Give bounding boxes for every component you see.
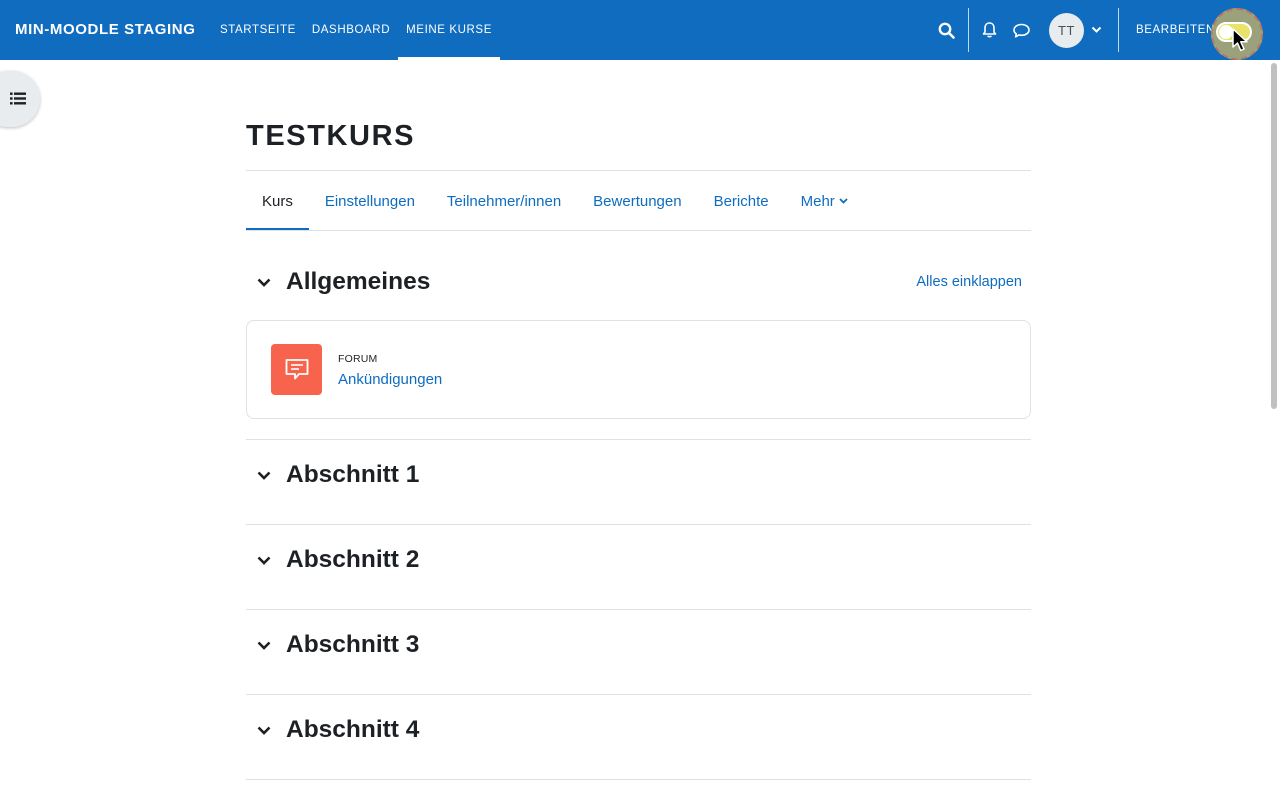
section-collapse-toggle[interactable] [246, 457, 282, 493]
search-icon[interactable] [934, 18, 958, 42]
site-brand[interactable]: MIN-MOODLE STAGING [15, 21, 196, 38]
section-title[interactable]: Abschnitt 2 [286, 546, 419, 574]
tab-mehr-label: Mehr [800, 192, 835, 210]
edit-mode-label: BEARBEITEN [1136, 24, 1215, 36]
navbar-divider-2 [1118, 8, 1119, 52]
section-collapse-toggle[interactable] [246, 712, 282, 748]
section-allgemeines: Allgemeines Alles einklappen [246, 262, 1031, 302]
chevron-down-icon [257, 556, 271, 565]
tab-mehr[interactable]: Mehr [785, 171, 864, 231]
collapse-all-link[interactable]: Alles einklappen [916, 274, 1022, 290]
scrollbar-thumb[interactable] [1271, 63, 1277, 409]
chevron-down-icon[interactable] [1084, 18, 1108, 42]
tab-berichte[interactable]: Berichte [698, 171, 785, 231]
section-collapse-toggle[interactable] [246, 264, 282, 300]
chevron-down-icon [257, 726, 271, 735]
navbar-divider [968, 8, 969, 52]
divider [246, 230, 1031, 231]
section-collapse-toggle[interactable] [246, 627, 282, 663]
nav-link-dashboard[interactable]: DASHBOARD [304, 0, 398, 60]
course-secondary-navigation: Kurs Einstellungen Teilnehmer/innen Bewe… [246, 171, 864, 231]
divider [246, 694, 1031, 695]
section-abschnitt-3: Abschnitt 3 [246, 625, 1031, 665]
chevron-down-icon [257, 471, 271, 480]
chevron-down-icon [257, 278, 271, 287]
section-collapse-toggle[interactable] [246, 542, 282, 578]
divider [246, 609, 1031, 610]
forum-icon[interactable] [271, 344, 322, 395]
primary-navigation: STARTSEITE DASHBOARD MEINE KURSE [212, 0, 500, 60]
divider [246, 439, 1031, 440]
bell-icon[interactable] [977, 18, 1001, 42]
tab-bewertungen[interactable]: Bewertungen [577, 171, 697, 231]
tab-kurs[interactable]: Kurs [246, 171, 309, 231]
mouse-cursor-icon [1232, 28, 1248, 52]
activity-type-label: FORUM [338, 353, 378, 365]
user-avatar[interactable]: TT [1049, 13, 1084, 48]
section-title[interactable]: Abschnitt 1 [286, 461, 419, 489]
divider [246, 779, 1031, 780]
top-navbar: MIN-MOODLE STAGING STARTSEITE DASHBOARD … [0, 0, 1280, 60]
tab-teilnehmer[interactable]: Teilnehmer/innen [431, 171, 577, 231]
tab-einstellungen[interactable]: Einstellungen [309, 171, 431, 231]
section-abschnitt-4: Abschnitt 4 [246, 710, 1031, 750]
activity-link[interactable]: Ankündigungen [338, 371, 442, 388]
chevron-down-icon [257, 641, 271, 650]
nav-link-startseite[interactable]: STARTSEITE [212, 0, 304, 60]
page-title: TESTKURS [246, 120, 416, 152]
section-title[interactable]: Abschnitt 4 [286, 716, 419, 744]
divider [246, 524, 1031, 525]
chevron-down-icon [839, 198, 848, 204]
nav-link-meine-kurse[interactable]: MEINE KURSE [398, 0, 500, 60]
chat-bubble-icon[interactable] [1009, 18, 1033, 42]
section-abschnitt-1: Abschnitt 1 [246, 455, 1031, 495]
section-title[interactable]: Abschnitt 3 [286, 631, 419, 659]
section-abschnitt-2: Abschnitt 2 [246, 540, 1031, 580]
course-index-drawer-button[interactable] [0, 71, 40, 127]
list-icon [10, 92, 26, 105]
section-title[interactable]: Allgemeines [286, 268, 430, 296]
activity-card: FORUM Ankündigungen [246, 320, 1031, 419]
